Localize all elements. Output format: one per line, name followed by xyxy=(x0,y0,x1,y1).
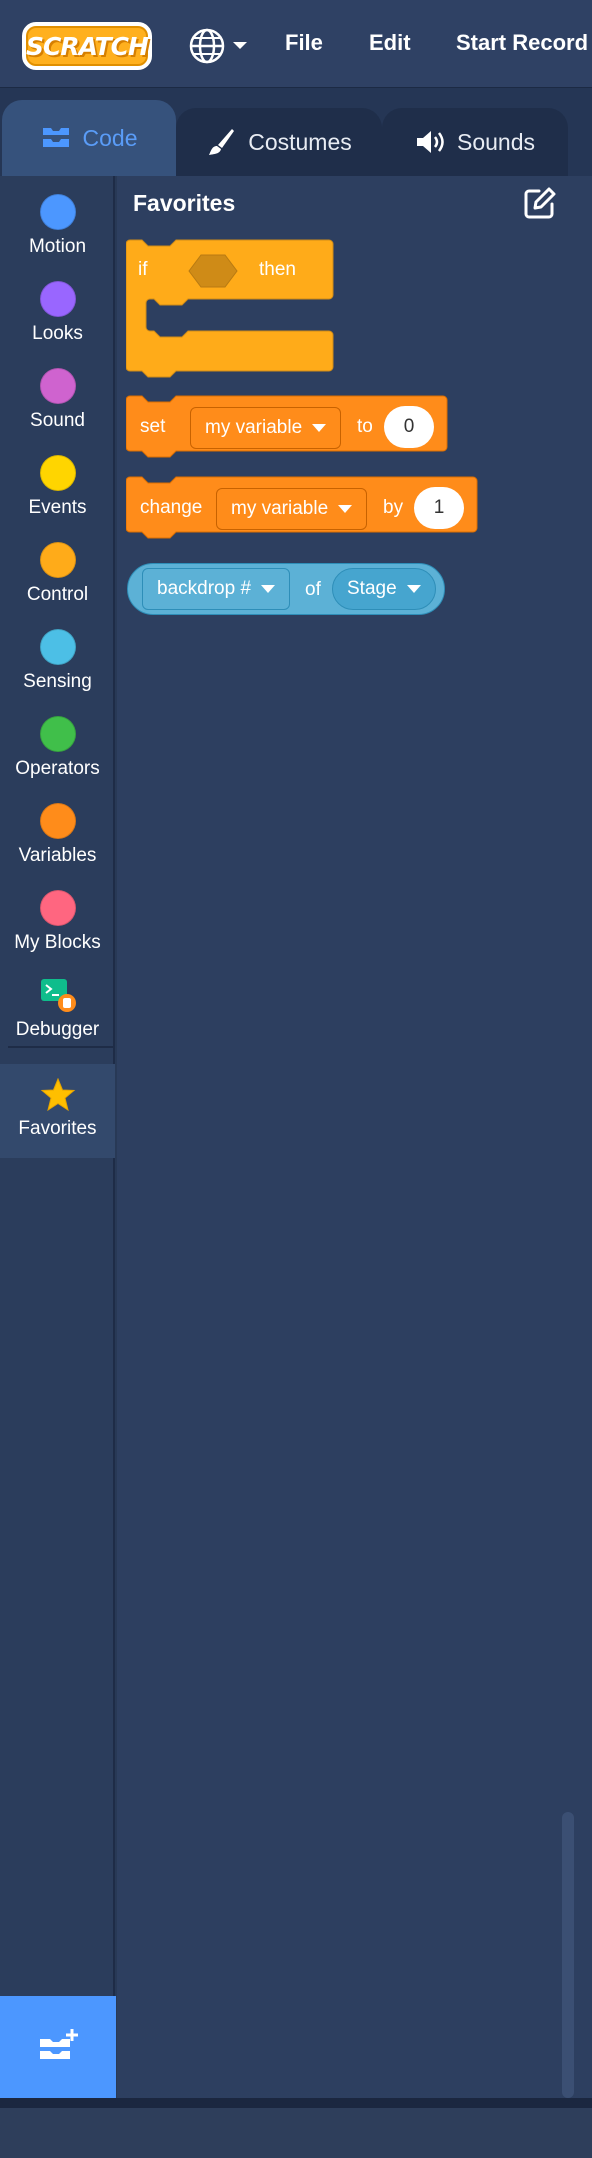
variable-dropdown[interactable]: my variable xyxy=(190,407,342,449)
variables-color-dot xyxy=(39,803,76,839)
dropdown-caret-icon xyxy=(338,505,353,513)
block-flyout xyxy=(117,176,592,2098)
set-label: set xyxy=(140,416,166,437)
dropdown-caret-icon xyxy=(261,585,276,593)
category-label: My Blocks xyxy=(14,932,101,953)
events-color-dot xyxy=(39,455,76,491)
sensing-color-dot xyxy=(39,629,76,665)
category-sound[interactable]: Sound xyxy=(0,358,115,444)
bottom-bar xyxy=(0,2108,592,2158)
edit-icon[interactable] xyxy=(523,186,557,220)
speaker-icon xyxy=(416,131,444,153)
if-label: if xyxy=(138,259,148,280)
object-dropdown-label: Stage xyxy=(347,578,397,599)
category-label: Control xyxy=(26,584,89,605)
change-value-input[interactable]: 1 xyxy=(414,487,464,529)
tab-sounds[interactable]: Sounds xyxy=(382,108,568,176)
paintbrush-icon xyxy=(209,129,235,155)
tab-costumes-label: Costumes xyxy=(248,128,352,155)
category-debugger[interactable]: Debugger xyxy=(0,967,115,1053)
category-variables[interactable]: Variables xyxy=(0,793,115,879)
category-looks[interactable]: Looks xyxy=(0,271,115,357)
star-icon xyxy=(40,1078,75,1112)
property-dropdown-label: backdrop # xyxy=(157,578,252,599)
category-my-blocks[interactable]: My Blocks xyxy=(0,880,115,966)
variable-dropdown-label: my variable xyxy=(231,498,329,519)
flyout-scrollbar[interactable] xyxy=(562,1812,574,2098)
flyout-title: Favorites xyxy=(133,190,236,216)
bottom-divider xyxy=(0,2098,592,2108)
category-motion[interactable]: Motion xyxy=(0,184,115,270)
category-label: Motion xyxy=(28,236,87,257)
logo-text: SCRATCH xyxy=(26,31,149,61)
variable-dropdown-label: my variable xyxy=(205,417,303,438)
tab-code[interactable]: Code xyxy=(2,100,176,176)
tab-sounds-label: Sounds xyxy=(456,128,535,155)
category-label: Looks xyxy=(32,323,83,344)
control-color-dot xyxy=(39,542,76,578)
start-record-menu[interactable]: Start Record xyxy=(456,30,588,56)
category-label: Favorites xyxy=(18,1118,97,1139)
category-operators[interactable]: Operators xyxy=(0,706,115,792)
chevron-down-icon xyxy=(233,42,247,49)
tab-costumes[interactable]: Costumes xyxy=(176,108,382,176)
category-label: Sound xyxy=(30,410,85,431)
category-favorites[interactable]: Favorites xyxy=(0,1064,115,1158)
change-label: change xyxy=(140,497,203,518)
file-menu[interactable]: File xyxy=(285,30,323,56)
category-label: Debugger xyxy=(15,1019,100,1040)
of-label: of xyxy=(305,579,321,600)
add-extension-icon xyxy=(40,2029,78,2059)
category-divider xyxy=(8,1046,114,1048)
dropdown-caret-icon xyxy=(406,585,421,593)
category-label: Variables xyxy=(18,845,97,866)
globe-icon xyxy=(189,28,225,64)
my-blocks-color-dot xyxy=(39,890,76,926)
debugger-icon xyxy=(40,979,76,1012)
scratch-logo[interactable]: SCRATCH xyxy=(22,22,152,70)
to-label: to xyxy=(357,416,373,437)
code-blocks-icon xyxy=(42,128,69,147)
tab-code-label: Code xyxy=(82,124,138,151)
add-extension-button[interactable] xyxy=(0,1996,116,2098)
sound-color-dot xyxy=(39,368,76,404)
looks-color-dot xyxy=(39,281,76,317)
menu-bar: SCRATCH File Edit Start Record xyxy=(0,0,592,88)
if-then-block[interactable] xyxy=(126,239,334,385)
category-label: Events xyxy=(28,497,87,518)
language-menu-button[interactable] xyxy=(188,26,254,66)
property-dropdown[interactable]: backdrop # xyxy=(142,568,291,610)
category-label: Operators xyxy=(15,758,100,779)
by-label: by xyxy=(383,497,404,518)
category-sensing[interactable]: Sensing xyxy=(0,619,115,705)
edit-menu[interactable]: Edit xyxy=(369,30,411,56)
category-control[interactable]: Control xyxy=(0,532,115,618)
operators-color-dot xyxy=(39,716,76,752)
then-label: then xyxy=(259,259,296,280)
motion-color-dot xyxy=(39,194,76,230)
category-label: Sensing xyxy=(23,671,92,692)
variable-dropdown[interactable]: my variable xyxy=(216,488,368,530)
dropdown-caret-icon xyxy=(312,424,327,432)
object-dropdown[interactable]: Stage xyxy=(332,568,436,610)
set-value-input[interactable]: 0 xyxy=(384,406,434,448)
category-events[interactable]: Events xyxy=(0,445,115,531)
category-menu: Motion Looks Sound Events Control Sensin… xyxy=(0,176,115,2098)
